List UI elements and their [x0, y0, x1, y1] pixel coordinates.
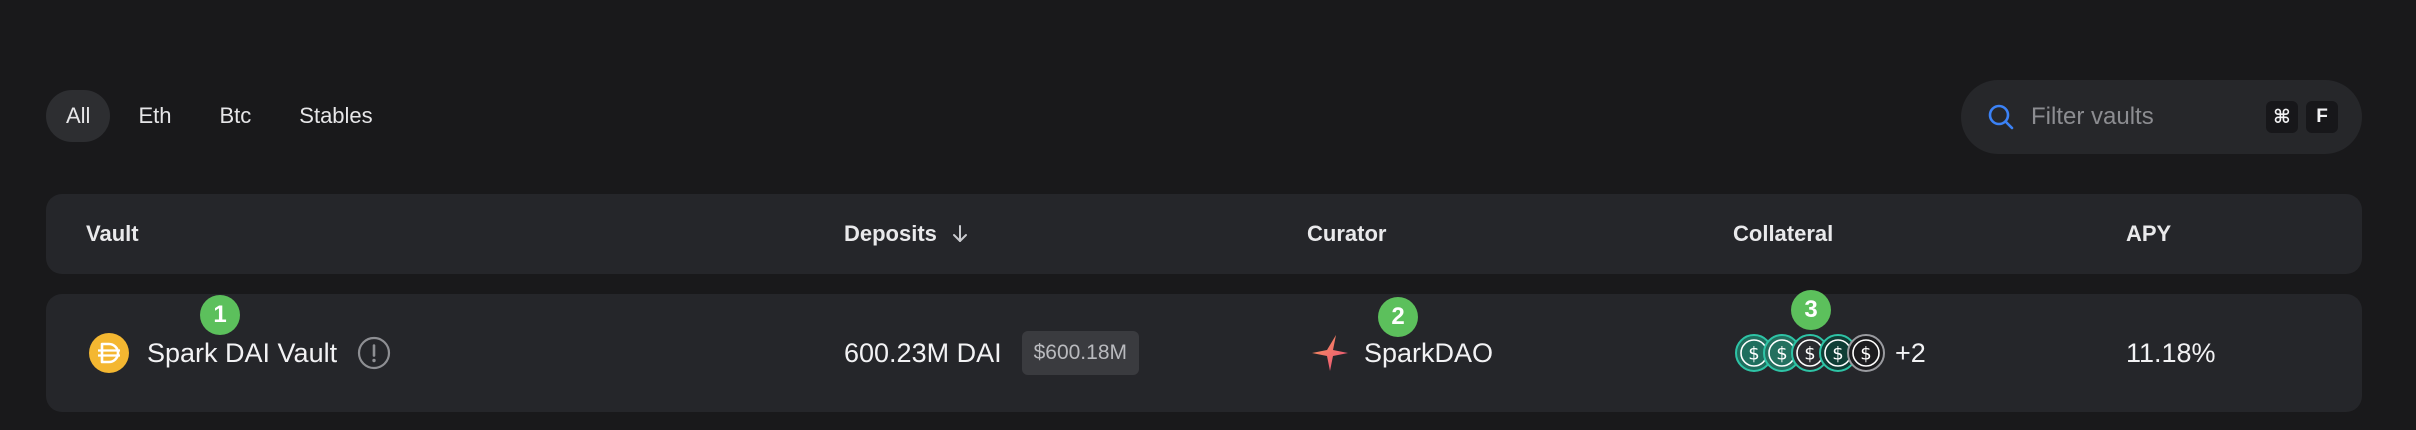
column-header-deposits-label: Deposits: [844, 221, 937, 246]
column-header-collateral[interactable]: Collateral: [1733, 194, 1833, 274]
tab-eth[interactable]: Eth: [118, 90, 191, 142]
info-icon[interactable]: [357, 336, 391, 370]
svg-text:$: $: [1804, 344, 1815, 365]
vault-name: Spark DAI Vault: [147, 337, 338, 368]
shortcut-key: F: [2306, 101, 2338, 133]
vault-cell: Spark DAI Vault: [89, 294, 391, 412]
column-header-deposits[interactable]: Deposits: [844, 194, 971, 274]
table-row[interactable]: Spark DAI Vault 600.23M DAI $600.18M Spa…: [46, 294, 2362, 412]
search-input[interactable]: [2031, 103, 2258, 131]
shortcut-modifier-key: ⌘: [2266, 101, 2298, 133]
deposits-cell: 600.23M DAI $600.18M: [844, 294, 1139, 412]
svg-text:$: $: [1860, 344, 1871, 365]
column-header-vault-label: Vault: [86, 221, 139, 246]
curator-name: SparkDAO: [1364, 337, 1494, 368]
dai-token-icon: [89, 333, 129, 373]
column-header-collateral-label: Collateral: [1733, 221, 1834, 246]
column-header-curator[interactable]: Curator: [1307, 194, 1386, 274]
arrow-down-icon: [952, 225, 967, 242]
svg-text:$: $: [1776, 344, 1787, 365]
table-header: Vault Deposits Curator Collateral APY: [46, 194, 2362, 274]
filter-tabs: All Eth Btc Stables: [46, 90, 393, 142]
spark-star-icon: [1312, 335, 1348, 371]
column-header-vault[interactable]: Vault: [86, 194, 139, 274]
apy-cell: 11.18%: [2126, 294, 2216, 412]
marker-3: 3: [1791, 290, 1831, 330]
apy-value: 11.18%: [2126, 337, 2216, 368]
vaults-page: All Eth Btc Stables ⌘ F Vault Deposits C…: [0, 0, 2416, 430]
tab-stables[interactable]: Stables: [279, 90, 392, 142]
marker-2: 2: [1378, 297, 1418, 337]
collateral-coins: $ $ $ $ $: [1735, 334, 1885, 372]
column-header-apy-label: APY: [2126, 221, 2172, 246]
tab-btc[interactable]: Btc: [199, 90, 271, 142]
deposit-amount: 600.23M DAI: [844, 337, 1002, 368]
svg-text:$: $: [1748, 344, 1759, 365]
column-header-curator-label: Curator: [1307, 221, 1387, 246]
dollar-coin-icon: $: [1847, 334, 1885, 372]
column-header-apy[interactable]: APY: [2126, 194, 2171, 274]
deposit-usd-badge: $600.18M: [1021, 331, 1139, 375]
svg-text:$: $: [1832, 344, 1843, 365]
search-icon: [1988, 104, 2014, 130]
filter-search[interactable]: ⌘ F: [1961, 80, 2362, 154]
collateral-more-count[interactable]: +2: [1895, 338, 1926, 369]
tab-all[interactable]: All: [46, 90, 111, 142]
marker-1: 1: [200, 295, 240, 335]
